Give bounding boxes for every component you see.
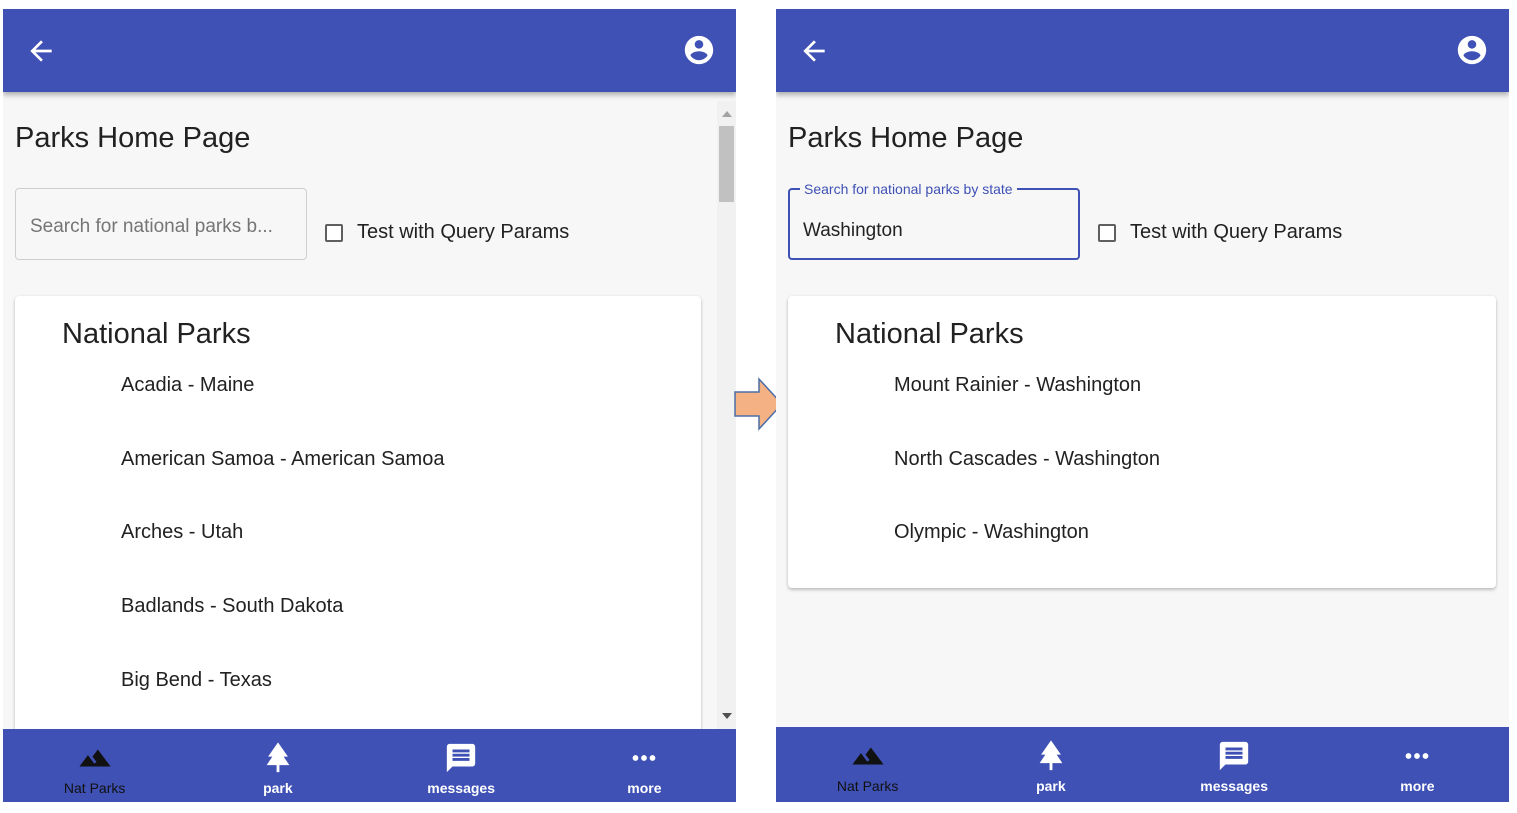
account-button[interactable]	[1455, 33, 1489, 67]
nav-item-more[interactable]: more	[1326, 727, 1509, 802]
message-icon	[1217, 739, 1251, 773]
card-title: National Parks	[835, 318, 1024, 350]
nav-item-park[interactable]: park	[959, 727, 1142, 802]
query-params-label: Test with Query Params	[357, 221, 570, 243]
more-horiz-icon	[1400, 739, 1434, 773]
bottom-navigation: Nat Parks park messages more	[3, 729, 736, 802]
nav-label: park	[1036, 778, 1066, 794]
nav-label: Nat Parks	[63, 780, 126, 796]
nav-label: more	[627, 780, 662, 796]
app-screen-before-search: Parks Home Page Test with Query Params N…	[3, 9, 736, 802]
national-parks-card: National Parks Mount Rainier - Washingto…	[788, 296, 1496, 588]
park-list-item[interactable]: American Samoa - American Samoa	[121, 447, 444, 521]
parks-list: Acadia - Maine American Samoa - American…	[121, 373, 444, 741]
national-parks-card: National Parks Acadia - Maine American S…	[15, 296, 701, 756]
app-bar	[3, 9, 736, 92]
nav-item-nat-parks[interactable]: Nat Parks	[776, 727, 959, 802]
scroll-thumb[interactable]	[719, 126, 734, 202]
tree-icon	[1034, 739, 1068, 773]
page-title: Parks Home Page	[788, 122, 1024, 154]
park-list-item[interactable]: North Cascades - Washington	[894, 447, 1160, 521]
landscape-icon	[78, 741, 112, 775]
nav-label: messages	[427, 780, 495, 796]
nav-item-park[interactable]: park	[186, 729, 369, 802]
nav-item-more[interactable]: more	[553, 729, 736, 802]
scroll-down-arrow-icon[interactable]	[722, 713, 732, 719]
account-circle-icon	[1457, 35, 1487, 65]
arrow-back-icon	[803, 40, 825, 62]
nav-item-nat-parks[interactable]: Nat Parks	[3, 729, 186, 802]
query-params-checkbox[interactable]	[325, 223, 343, 242]
account-button[interactable]	[682, 33, 716, 67]
page-title: Parks Home Page	[15, 122, 251, 154]
search-input[interactable]	[803, 217, 1065, 245]
account-circle-icon	[684, 35, 714, 65]
park-list-item[interactable]: Olympic - Washington	[894, 520, 1160, 594]
more-horiz-icon	[627, 741, 661, 775]
arrow-back-icon	[30, 40, 52, 62]
card-title: National Parks	[62, 318, 251, 350]
nav-item-messages[interactable]: messages	[370, 729, 553, 802]
app-screen-after-search: Parks Home Page Search for national park…	[776, 9, 1509, 802]
query-params-toggle[interactable]: Test with Query Params	[325, 221, 569, 244]
scroll-up-arrow-icon[interactable]	[722, 111, 732, 117]
query-params-toggle[interactable]: Test with Query Params	[1098, 221, 1342, 244]
bottom-navigation: Nat Parks park messages more	[776, 727, 1509, 802]
nav-label: messages	[1200, 778, 1268, 794]
park-list-item[interactable]: Arches - Utah	[121, 520, 444, 594]
nav-item-messages[interactable]: messages	[1143, 727, 1326, 802]
search-floating-label: Search for national parks by state	[800, 181, 1017, 197]
search-field[interactable]: Search for national parks by state	[788, 181, 1080, 260]
search-field[interactable]	[15, 188, 307, 260]
app-bar	[776, 9, 1509, 92]
back-button[interactable]	[798, 35, 830, 67]
landscape-icon	[851, 739, 885, 773]
search-input[interactable]	[30, 213, 292, 241]
nav-label: more	[1400, 778, 1435, 794]
park-list-item[interactable]: Acadia - Maine	[121, 373, 444, 447]
tree-icon	[261, 741, 295, 775]
nav-label: Nat Parks	[836, 778, 899, 794]
nav-label: park	[263, 780, 293, 796]
back-button[interactable]	[25, 35, 57, 67]
parks-list: Mount Rainier - Washington North Cascade…	[894, 373, 1160, 594]
park-list-item[interactable]: Badlands - South Dakota	[121, 594, 444, 668]
query-params-label: Test with Query Params	[1130, 221, 1343, 243]
message-icon	[444, 741, 478, 775]
query-params-checkbox[interactable]	[1098, 223, 1116, 242]
park-list-item[interactable]: Mount Rainier - Washington	[894, 373, 1160, 447]
